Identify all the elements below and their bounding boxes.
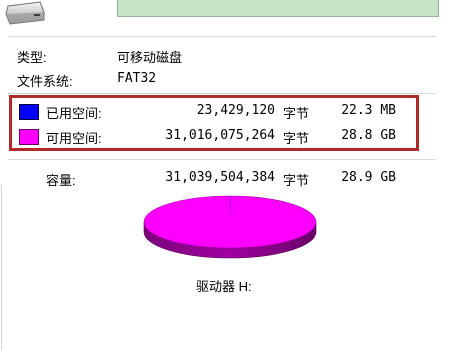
separator	[8, 36, 436, 37]
removable-drive-icon	[5, 1, 45, 25]
disk-usage-pie	[143, 195, 317, 259]
file-system-value: FAT32	[117, 71, 157, 86]
drive-label: 驱动器 H:	[196, 279, 252, 294]
type-label: 类型:	[17, 50, 47, 65]
highlight-box	[9, 95, 419, 151]
capacity-size: 28.9 GB	[341, 170, 396, 185]
type-value: 可移动磁盘	[117, 50, 183, 65]
capacity-label: 容量:	[46, 173, 76, 188]
separator	[8, 159, 436, 160]
capacity-unit: 字节	[283, 173, 310, 188]
window-edge	[1, 185, 2, 350]
separator	[8, 93, 436, 94]
drive-name-field[interactable]	[117, 0, 439, 17]
capacity-bytes: 31,039,504,384	[165, 170, 275, 185]
file-system-label: 文件系统:	[17, 74, 73, 89]
